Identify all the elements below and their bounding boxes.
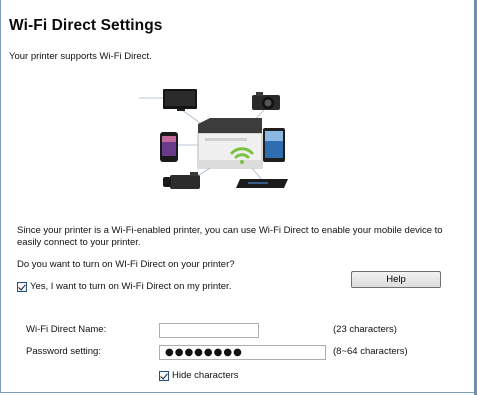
wifi-direct-name-label: Wi-Fi Direct Name: bbox=[26, 324, 107, 335]
hide-characters-checkbox-row[interactable]: Hide characters bbox=[159, 370, 239, 381]
name-length-hint: (23 characters) bbox=[333, 324, 397, 335]
camera-icon bbox=[252, 92, 280, 110]
media-player-icon bbox=[236, 179, 288, 188]
enable-wifi-direct-checkbox[interactable] bbox=[17, 281, 27, 292]
enable-wifi-direct-label[interactable]: Yes, I want to turn on Wi-Fi Direct on m… bbox=[30, 281, 231, 292]
enable-wifi-direct-checkbox-row[interactable]: Yes, I want to turn on Wi-Fi Direct on m… bbox=[17, 281, 231, 292]
smartphone-icon bbox=[160, 132, 178, 162]
password-input[interactable]: ●●●●●●●● bbox=[159, 345, 326, 360]
camcorder-icon bbox=[163, 172, 200, 189]
info-description: Since your printer is a Wi-Fi-enabled pr… bbox=[17, 225, 443, 248]
printer-icon bbox=[197, 118, 263, 169]
monitor-icon bbox=[163, 89, 197, 111]
wifi-direct-name-input[interactable] bbox=[159, 323, 259, 338]
wifi-direct-illustration bbox=[139, 89, 288, 189]
password-setting-label: Password setting: bbox=[26, 346, 101, 357]
password-length-hint: (8~64 characters) bbox=[333, 346, 408, 357]
enable-question: Do you want to turn on WI-Fi Direct on y… bbox=[17, 259, 235, 270]
tablet-icon bbox=[263, 128, 285, 162]
hide-characters-checkbox[interactable] bbox=[159, 370, 169, 381]
page-title: Wi-Fi Direct Settings bbox=[9, 17, 163, 34]
hide-characters-label[interactable]: Hide characters bbox=[172, 370, 239, 381]
page-subtitle: Your printer supports Wi-Fi Direct. bbox=[9, 51, 152, 62]
help-button[interactable]: Help bbox=[351, 271, 441, 288]
